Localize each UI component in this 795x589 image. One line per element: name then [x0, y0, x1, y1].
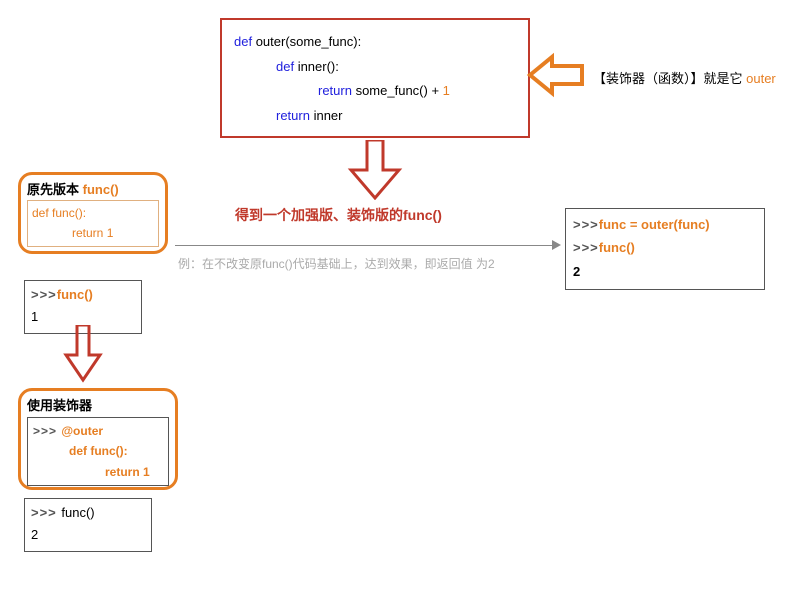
kw-return: return: [105, 465, 143, 479]
code-line: return 1: [33, 462, 163, 482]
literal-1: 1: [107, 226, 114, 240]
kw-def: def: [276, 59, 298, 74]
code-line: >>>func(): [573, 236, 757, 259]
call-line: >>> func(): [31, 502, 145, 524]
code-text: func():: [52, 206, 86, 220]
title-text: 原先版本: [27, 182, 83, 197]
func-call: func(): [599, 240, 635, 255]
arrow-left-icon: [530, 55, 585, 95]
outer-def-codebox: def outer(some_func): def inner(): retur…: [220, 18, 530, 138]
code-line: def func():: [33, 441, 163, 461]
code-text: outer(some_func):: [256, 34, 362, 49]
result-value: 2: [573, 260, 757, 283]
manual-wrap-box: >>>func = outer(func) >>>func() 2: [565, 208, 765, 290]
annot-outer: outer: [746, 71, 776, 86]
code-text: inner():: [298, 59, 339, 74]
code-line: >>> @outer: [33, 421, 163, 441]
kw-def: def: [32, 206, 52, 220]
prompt: >>>: [31, 287, 57, 302]
kw-def: def: [234, 34, 256, 49]
use-decorator-box: 使用装饰器 >>> @outer def func(): return 1: [18, 388, 178, 490]
code-text: some_func() +: [356, 83, 443, 98]
arrow-down-icon: [345, 140, 405, 200]
box-title: 使用装饰器: [27, 395, 169, 414]
annot-text: 【装饰器（函数）】就是它: [593, 71, 746, 86]
call-line: >>>func(): [31, 284, 135, 306]
prompt: >>>: [31, 505, 61, 520]
code-line-2: def inner():: [234, 55, 516, 80]
literal-1: 1: [443, 83, 450, 98]
box-title: 原先版本 func(): [27, 179, 159, 198]
assign-line: func = outer(func): [599, 217, 710, 232]
func-call: func(): [61, 505, 94, 520]
flow-line: [175, 245, 556, 246]
code-line: >>>func = outer(func): [573, 213, 757, 236]
code-line: return 1: [32, 223, 154, 243]
literal-1: 1: [143, 465, 150, 479]
decorator-annotation: 【装饰器（函数）】就是它 outer: [593, 68, 776, 87]
kw-def: def: [69, 444, 90, 458]
kw-return: return: [72, 226, 107, 240]
func-call: func(): [57, 287, 93, 302]
original-func-box: 原先版本 func() def func(): return 1: [18, 172, 168, 254]
kw-return: return: [276, 108, 314, 123]
arrow-right-head-icon: [552, 240, 561, 250]
code-inner: def func(): return 1: [27, 200, 159, 247]
code-line-4: return inner: [234, 104, 516, 129]
result-value: 2: [31, 524, 145, 546]
prompt: >>>: [33, 424, 61, 438]
code-inner: >>> @outer def func(): return 1: [27, 417, 169, 486]
code-line-3: return some_func() + 1: [234, 79, 516, 104]
example-note: 例：在不改变原func()代码基础上，达到效果，即返回值 为2: [178, 255, 495, 272]
enhanced-func-label: 得到一个加强版、装饰版的func(): [235, 205, 442, 225]
kw-return: return: [318, 83, 356, 98]
decorator: @outer: [61, 424, 103, 438]
code-text: func():: [90, 444, 127, 458]
code-line: def func():: [32, 203, 154, 223]
title-func: func(): [83, 182, 119, 197]
code-line-1: def outer(some_func):: [234, 30, 516, 55]
prompt: >>>: [573, 217, 599, 232]
code-text: inner: [314, 108, 343, 123]
call-result-box-2: >>> func() 2: [24, 498, 152, 552]
arrow-down-icon: [62, 325, 104, 383]
prompt: >>>: [573, 240, 599, 255]
